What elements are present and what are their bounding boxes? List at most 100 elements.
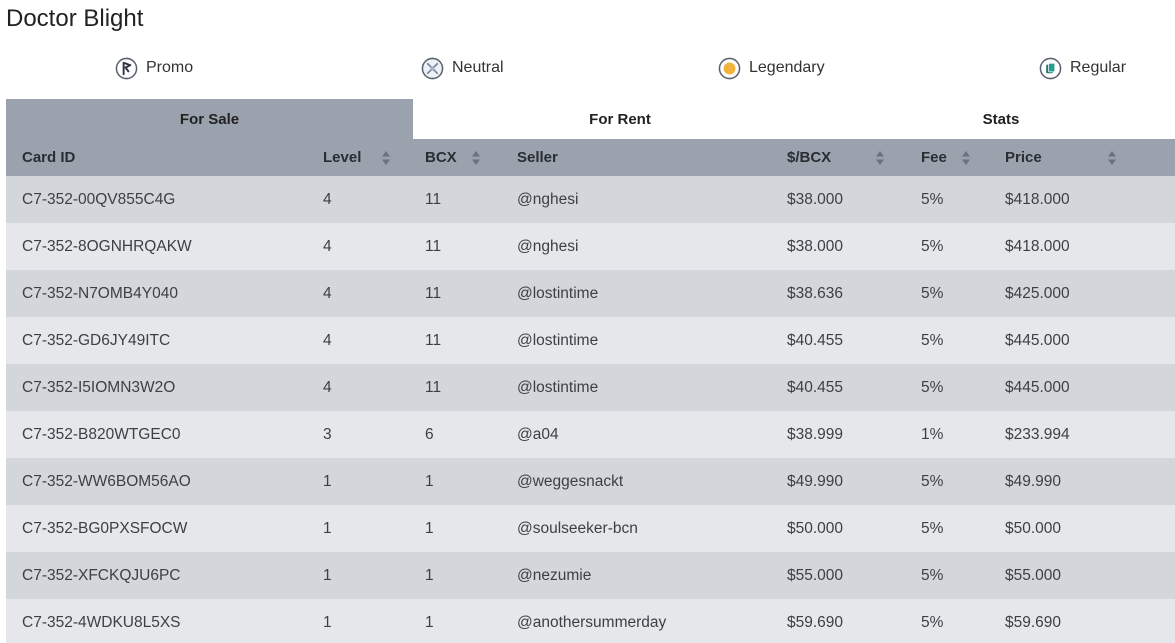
tag-promo-label: Promo	[146, 59, 194, 76]
cell-price: $445.000	[1005, 331, 1070, 349]
column-header-seller: Seller	[501, 139, 771, 176]
cell-bcx: 6	[425, 425, 434, 443]
cell-bcx: 11	[425, 284, 442, 302]
cell-seller: @lostintime	[517, 378, 599, 396]
column-header-level[interactable]: Level	[307, 139, 409, 176]
card-attributes: Promo Neutral Legendary Regular	[0, 54, 1175, 82]
cell-seller: @nghesi	[517, 190, 579, 208]
column-header-fee[interactable]: Fee	[905, 139, 989, 176]
cell-bcx: 11	[425, 190, 442, 208]
tag-neutral[interactable]: Neutral	[421, 54, 504, 82]
column-header-label: $/BCX	[787, 149, 832, 166]
cell-price: $233.994	[1005, 425, 1070, 443]
table-row[interactable]: C7-352-XFCKQJU6PC 1 1 @nezumie $55.000 5% $55.…	[6, 552, 1175, 599]
table-row[interactable]: C7-352-8OGNHRQAKW 4 11 @nghesi $38.000 5% $418…	[6, 223, 1175, 270]
column-header-price-per-bcx[interactable]: $/BCX	[771, 139, 905, 176]
cell-card-id: C7-352-GD6JY49ITC	[22, 331, 171, 349]
sort-icon[interactable]	[961, 150, 971, 166]
cell-level: 4	[323, 378, 332, 396]
cell-fee: 5%	[921, 566, 944, 584]
cell-price-per-bcx: $55.000	[787, 566, 844, 584]
table-row[interactable]: C7-352-00QV855C4G 4 11 @nghesi $38.000 5% $418…	[6, 176, 1175, 223]
tag-regular[interactable]: Regular	[1039, 54, 1126, 82]
market-tabs: For Sale For Rent Stats	[6, 99, 1175, 139]
sort-icon[interactable]	[381, 150, 391, 166]
cell-fee: 1%	[921, 425, 944, 443]
cell-seller: @soulseeker-bcn	[517, 519, 638, 537]
column-header-card-id: Card ID	[6, 139, 307, 176]
cell-seller: @lostintime	[517, 284, 599, 302]
table-row[interactable]: C7-352-GD6JY49ITC 4 11 @lostintime $40.455 5%…	[6, 317, 1175, 364]
sort-icon[interactable]	[875, 150, 885, 166]
cell-level: 4	[323, 331, 332, 349]
page-title: Doctor Blight	[6, 5, 144, 32]
listings-table-container: Card ID Level BCX Seller $/BCX Fee Price C7-35…	[6, 139, 1175, 643]
table-row[interactable]: C7-352-N7OMB4Y040 4 11 @lostintime $38.636 5%…	[6, 270, 1175, 317]
cell-level: 4	[323, 190, 332, 208]
column-header-label: Seller	[517, 149, 558, 166]
cell-level: 4	[323, 237, 332, 255]
cell-fee: 5%	[921, 284, 944, 302]
cell-fee: 5%	[921, 613, 944, 631]
promo-icon	[115, 57, 138, 80]
tab-for-sale[interactable]: For Sale	[6, 99, 413, 139]
table-row[interactable]: C7-352-B820WTGEC0 3 6 @a04 $38.999 1% $233.994	[6, 411, 1175, 458]
cell-bcx: 11	[425, 378, 442, 396]
cell-fee: 5%	[921, 378, 944, 396]
listings-table: Card ID Level BCX Seller $/BCX Fee Price C7-35…	[6, 139, 1175, 643]
cell-bcx: 1	[425, 613, 434, 631]
cell-level: 4	[323, 284, 332, 302]
cell-card-id: C7-352-I5IOMN3W2O	[22, 378, 176, 396]
sort-icon[interactable]	[1107, 150, 1117, 166]
cell-price: $50.000	[1005, 519, 1062, 537]
table-row[interactable]: C7-352-BG0PXSFOCW 1 1 @soulseeker-bcn $50.00…	[6, 505, 1175, 552]
cell-price-per-bcx: $38.636	[787, 284, 844, 302]
cell-bcx: 11	[425, 237, 442, 255]
cell-level: 3	[323, 425, 332, 443]
column-header-label: BCX	[425, 149, 457, 166]
column-header-price[interactable]: Price	[989, 139, 1175, 176]
tag-regular-label: Regular	[1070, 59, 1127, 76]
cell-level: 1	[323, 519, 332, 537]
table-row[interactable]: C7-352-4WDKU8L5XS 1 1 @anothersummerday $59.…	[6, 599, 1175, 643]
cell-bcx: 11	[425, 331, 442, 349]
table-body: C7-352-00QV855C4G 4 11 @nghesi $38.000 5% $418…	[6, 176, 1175, 643]
tab-stats[interactable]: Stats	[827, 99, 1175, 139]
cell-seller: @lostintime	[517, 331, 599, 349]
neutral-icon	[421, 57, 444, 80]
cell-fee: 5%	[921, 190, 944, 208]
cell-price: $55.000	[1005, 566, 1062, 584]
cell-fee: 5%	[921, 472, 944, 490]
cell-level: 1	[323, 613, 332, 631]
table-header-row: Card ID Level BCX Seller $/BCX Fee Price	[6, 139, 1175, 176]
cell-card-id: C7-352-B820WTGEC0	[22, 425, 181, 443]
column-header-label: Level	[323, 149, 362, 166]
tab-for-rent[interactable]: For Rent	[413, 99, 827, 139]
cell-seller: @a04	[517, 425, 559, 443]
sort-icon[interactable]	[471, 150, 481, 166]
cell-price-per-bcx: $40.455	[787, 331, 844, 349]
cell-seller: @nghesi	[517, 237, 579, 255]
cell-price-per-bcx: $38.000	[787, 190, 844, 208]
column-header-bcx[interactable]: BCX	[409, 139, 501, 176]
cell-card-id: C7-352-XFCKQJU6PC	[22, 566, 181, 584]
cell-card-id: C7-352-8OGNHRQAKW	[22, 237, 192, 255]
cell-fee: 5%	[921, 331, 944, 349]
cell-card-id: C7-352-WW6BOM56AO	[22, 472, 191, 490]
cell-level: 1	[323, 566, 332, 584]
cell-price-per-bcx: $40.455	[787, 378, 844, 396]
table-row[interactable]: C7-352-WW6BOM56AO 1 1 @weggesnackt $49.990 5%…	[6, 458, 1175, 505]
cell-price-per-bcx: $59.690	[787, 613, 844, 631]
cell-card-id: C7-352-00QV855C4G	[22, 190, 176, 208]
cell-price-per-bcx: $38.000	[787, 237, 844, 255]
tag-legendary[interactable]: Legendary	[718, 54, 825, 82]
cell-level: 1	[323, 472, 332, 490]
cell-price-per-bcx: $38.999	[787, 425, 844, 443]
table-row[interactable]: C7-352-I5IOMN3W2O 4 11 @lostintime $40.455 5%…	[6, 364, 1175, 411]
cell-price: $49.990	[1005, 472, 1062, 490]
cell-bcx: 1	[425, 566, 434, 584]
tag-neutral-label: Neutral	[452, 59, 504, 76]
regular-icon	[1039, 57, 1062, 80]
cell-price-per-bcx: $50.000	[787, 519, 844, 537]
tag-promo[interactable]: Promo	[115, 54, 193, 82]
